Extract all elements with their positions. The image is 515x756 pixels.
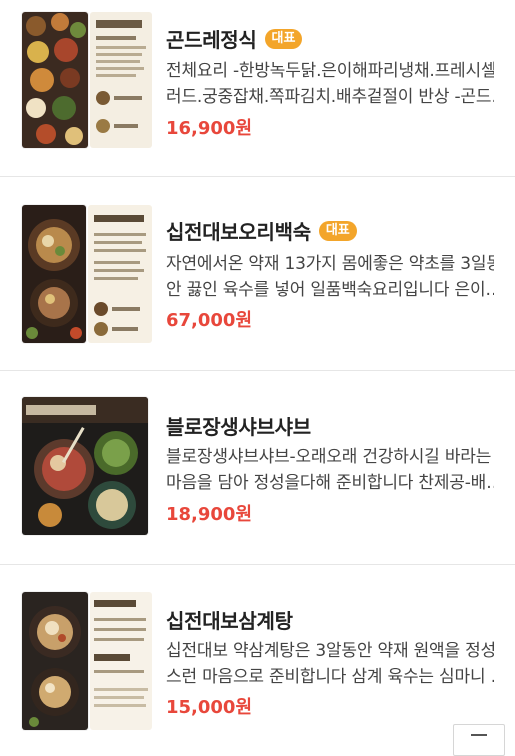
menu-item-price: 15,000원 [166, 697, 253, 718]
menu-item-description: 블로장생샤브샤브-오래오래 건강하시길 바라는 마음을 담아 정성을다해 준비합… [166, 447, 494, 493]
divider [0, 564, 515, 565]
menu-item-name: 십전대보오리백숙 [166, 220, 311, 244]
menu-card-image [90, 12, 152, 148]
signature-badge: 대표 [318, 220, 357, 241]
menu-item-price: 67,000원 [166, 310, 253, 331]
menu-item-description: 전체요리 -한방녹두닭.은이해파리냉채.프레시셀 러드.궁중잡채.쪽파김치.배추… [166, 61, 494, 107]
menu-item-price: 16,900원 [166, 118, 253, 139]
menu-item-description: 십전대보 약삼계탕은 3알동안 약재 원액을 정성 스런 마음으로 준비합니다 … [166, 641, 494, 687]
menu-item-description: 자연에서온 약재 13가지 몸에좋은 약초를 3일동 안 끓인 육수를 넣어 일… [166, 254, 494, 300]
menu-card-image [90, 592, 152, 730]
menu-item-name: 십전대보삼계탕 [166, 609, 293, 633]
scroll-to-top-icon [471, 734, 487, 736]
menu-thumbnail [22, 205, 86, 343]
menu-thumbnail [22, 592, 88, 730]
menu-thumbnail [22, 12, 88, 148]
divider [0, 370, 515, 371]
menu-item-name: 곤드레정식 [166, 28, 257, 52]
menu-item-name: 블로장생샤브샤브 [166, 415, 311, 439]
menu-item-price: 18,900원 [166, 504, 253, 525]
menu-card-image [88, 205, 152, 343]
signature-badge: 대표 [264, 28, 303, 49]
menu-thumbnail [22, 397, 148, 535]
scroll-top-button[interactable] [453, 724, 505, 756]
divider [0, 176, 515, 177]
